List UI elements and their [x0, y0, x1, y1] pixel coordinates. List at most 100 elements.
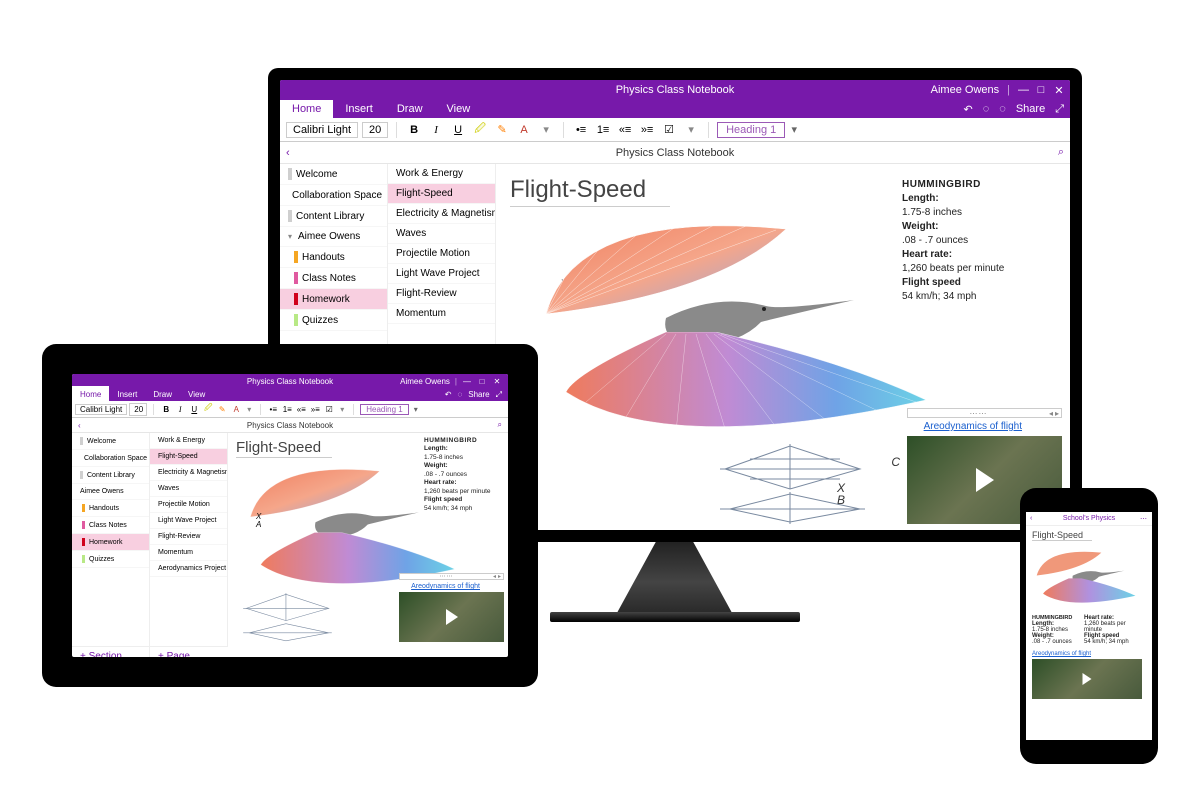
- dropdown-icon[interactable]: ▾: [537, 123, 555, 136]
- font-color-button[interactable]: A: [230, 405, 242, 414]
- ink-button[interactable]: ✎: [493, 123, 511, 136]
- page-canvas[interactable]: Flight-Speed XA C HUMMINGBIR: [228, 433, 508, 646]
- tab-home[interactable]: Home: [72, 386, 109, 404]
- arrow-left-icon[interactable]: ◂: [1049, 409, 1053, 418]
- fullscreen-icon[interactable]: ⤢: [496, 390, 502, 400]
- video-frame-handle[interactable]: ⋯⋯◂▸: [399, 573, 504, 580]
- back-icon[interactable]: ‹: [286, 147, 300, 159]
- video-frame-handle[interactable]: ⋯⋯◂▸: [907, 408, 1062, 418]
- page-item[interactable]: Aerodynamics Project: [150, 561, 227, 577]
- page-item[interactable]: Light Wave Project: [388, 264, 495, 284]
- search-icon[interactable]: ⌕: [488, 420, 502, 430]
- share-button[interactable]: Share: [468, 390, 489, 399]
- section-item[interactable]: Homework: [280, 289, 387, 310]
- numbering-button[interactable]: 1≡: [281, 405, 293, 414]
- minimize-button[interactable]: —: [462, 377, 472, 386]
- tab-draw[interactable]: Draw: [145, 386, 180, 404]
- dropdown-icon[interactable]: ▾: [337, 405, 347, 414]
- profile-icon[interactable]: ◌: [983, 103, 990, 115]
- bullets-button[interactable]: •≡: [572, 124, 590, 136]
- page-item[interactable]: Electricity & Magnetism: [388, 204, 495, 224]
- section-item[interactable]: Homework: [72, 534, 149, 551]
- tab-view[interactable]: View: [435, 100, 483, 118]
- section-item[interactable]: Handouts: [72, 500, 149, 517]
- section-item[interactable]: Handouts: [280, 247, 387, 268]
- page-item[interactable]: Momentum: [150, 545, 227, 561]
- page-item[interactable]: Electricity & Magnetism: [150, 465, 227, 481]
- style-dropdown-icon[interactable]: ▾: [411, 405, 421, 414]
- page-item[interactable]: Flight-Review: [150, 529, 227, 545]
- undo-icon[interactable]: ↶: [445, 390, 452, 399]
- section-item[interactable]: Collaboration Space: [280, 185, 387, 206]
- page-item[interactable]: Projectile Motion: [388, 244, 495, 264]
- bullets-button[interactable]: •≡: [267, 405, 279, 414]
- section-item[interactable]: Class Notes: [72, 517, 149, 534]
- page-canvas[interactable]: Flight-Speed HUMMINGBIRD Length:1.75-8 i…: [1026, 526, 1152, 703]
- profile-icon[interactable]: ◌: [457, 390, 462, 399]
- section-item[interactable]: Quizzes: [72, 551, 149, 568]
- style-dropdown-icon[interactable]: ▾: [789, 123, 799, 136]
- todo-button[interactable]: ☑: [660, 123, 678, 136]
- style-heading-select[interactable]: Heading 1: [717, 122, 785, 138]
- font-color-button[interactable]: A: [515, 124, 533, 136]
- font-size-select[interactable]: 20: [362, 122, 388, 138]
- share-profile-icon[interactable]: ◌: [999, 103, 1006, 115]
- tab-insert[interactable]: Insert: [333, 100, 385, 118]
- section-item[interactable]: Quizzes: [280, 310, 387, 331]
- numbering-button[interactable]: 1≡: [594, 124, 612, 136]
- section-item[interactable]: Aimee Owens: [72, 484, 149, 500]
- page-canvas[interactable]: Flight-Speed XA: [496, 164, 1070, 530]
- fullscreen-icon[interactable]: ⤢: [1055, 103, 1064, 116]
- bold-button[interactable]: B: [405, 124, 423, 136]
- page-item[interactable]: Flight-Review: [388, 284, 495, 304]
- style-heading-select[interactable]: Heading 1: [360, 404, 408, 415]
- section-item[interactable]: Aimee Owens: [280, 227, 387, 247]
- highlight-button[interactable]: 🖉: [471, 120, 489, 139]
- video-title-link[interactable]: Areodynamics of flight: [411, 583, 480, 590]
- section-item[interactable]: Content Library: [280, 206, 387, 227]
- section-item[interactable]: Welcome: [72, 433, 149, 450]
- undo-icon[interactable]: ↶: [964, 103, 973, 116]
- minimize-button[interactable]: —: [1018, 84, 1028, 96]
- tab-view[interactable]: View: [180, 386, 213, 404]
- page-item[interactable]: Work & Energy: [388, 164, 495, 184]
- dropdown-icon[interactable]: ▾: [244, 405, 254, 414]
- share-button[interactable]: Share: [1016, 103, 1045, 115]
- font-family-select[interactable]: Calibri Light: [75, 404, 127, 415]
- video-thumbnail[interactable]: [399, 592, 504, 642]
- section-item[interactable]: Class Notes: [280, 268, 387, 289]
- page-item[interactable]: Momentum: [388, 304, 495, 324]
- close-button[interactable]: ✕: [1054, 84, 1064, 97]
- underline-button[interactable]: U: [449, 124, 467, 136]
- video-title-link[interactable]: Areodynamics of flight: [924, 421, 1022, 432]
- dropdown-icon[interactable]: ▾: [682, 123, 700, 136]
- italic-button[interactable]: I: [174, 405, 186, 414]
- maximize-button[interactable]: □: [1036, 84, 1046, 96]
- tab-insert[interactable]: Insert: [109, 386, 145, 404]
- back-icon[interactable]: ‹: [1030, 515, 1032, 522]
- tab-home[interactable]: Home: [280, 100, 333, 118]
- page-item[interactable]: Projectile Motion: [150, 497, 227, 513]
- page-item[interactable]: Waves: [150, 481, 227, 497]
- arrow-right-icon[interactable]: ▸: [1055, 409, 1059, 418]
- video-title-link[interactable]: Areodynamics of flight: [1032, 651, 1091, 657]
- italic-button[interactable]: I: [427, 124, 445, 136]
- maximize-button[interactable]: □: [477, 377, 487, 386]
- tab-draw[interactable]: Draw: [385, 100, 435, 118]
- more-icon[interactable]: ⋯: [1140, 515, 1148, 523]
- font-size-select[interactable]: 20: [129, 403, 147, 416]
- highlight-button[interactable]: 🖉: [202, 402, 214, 416]
- add-section-button[interactable]: + Section: [72, 647, 150, 657]
- outdent-button[interactable]: «≡: [616, 124, 634, 136]
- page-item[interactable]: Waves: [388, 224, 495, 244]
- underline-button[interactable]: U: [188, 405, 200, 414]
- video-thumbnail[interactable]: [1032, 659, 1142, 699]
- outdent-button[interactable]: «≡: [295, 405, 307, 414]
- section-item[interactable]: Collaboration Space: [72, 450, 149, 467]
- indent-button[interactable]: »≡: [309, 405, 321, 414]
- page-item[interactable]: Flight-Speed: [388, 184, 495, 204]
- todo-button[interactable]: ☑: [323, 405, 335, 414]
- font-family-select[interactable]: Calibri Light: [286, 122, 358, 138]
- bold-button[interactable]: B: [160, 405, 172, 414]
- section-item[interactable]: Welcome: [280, 164, 387, 185]
